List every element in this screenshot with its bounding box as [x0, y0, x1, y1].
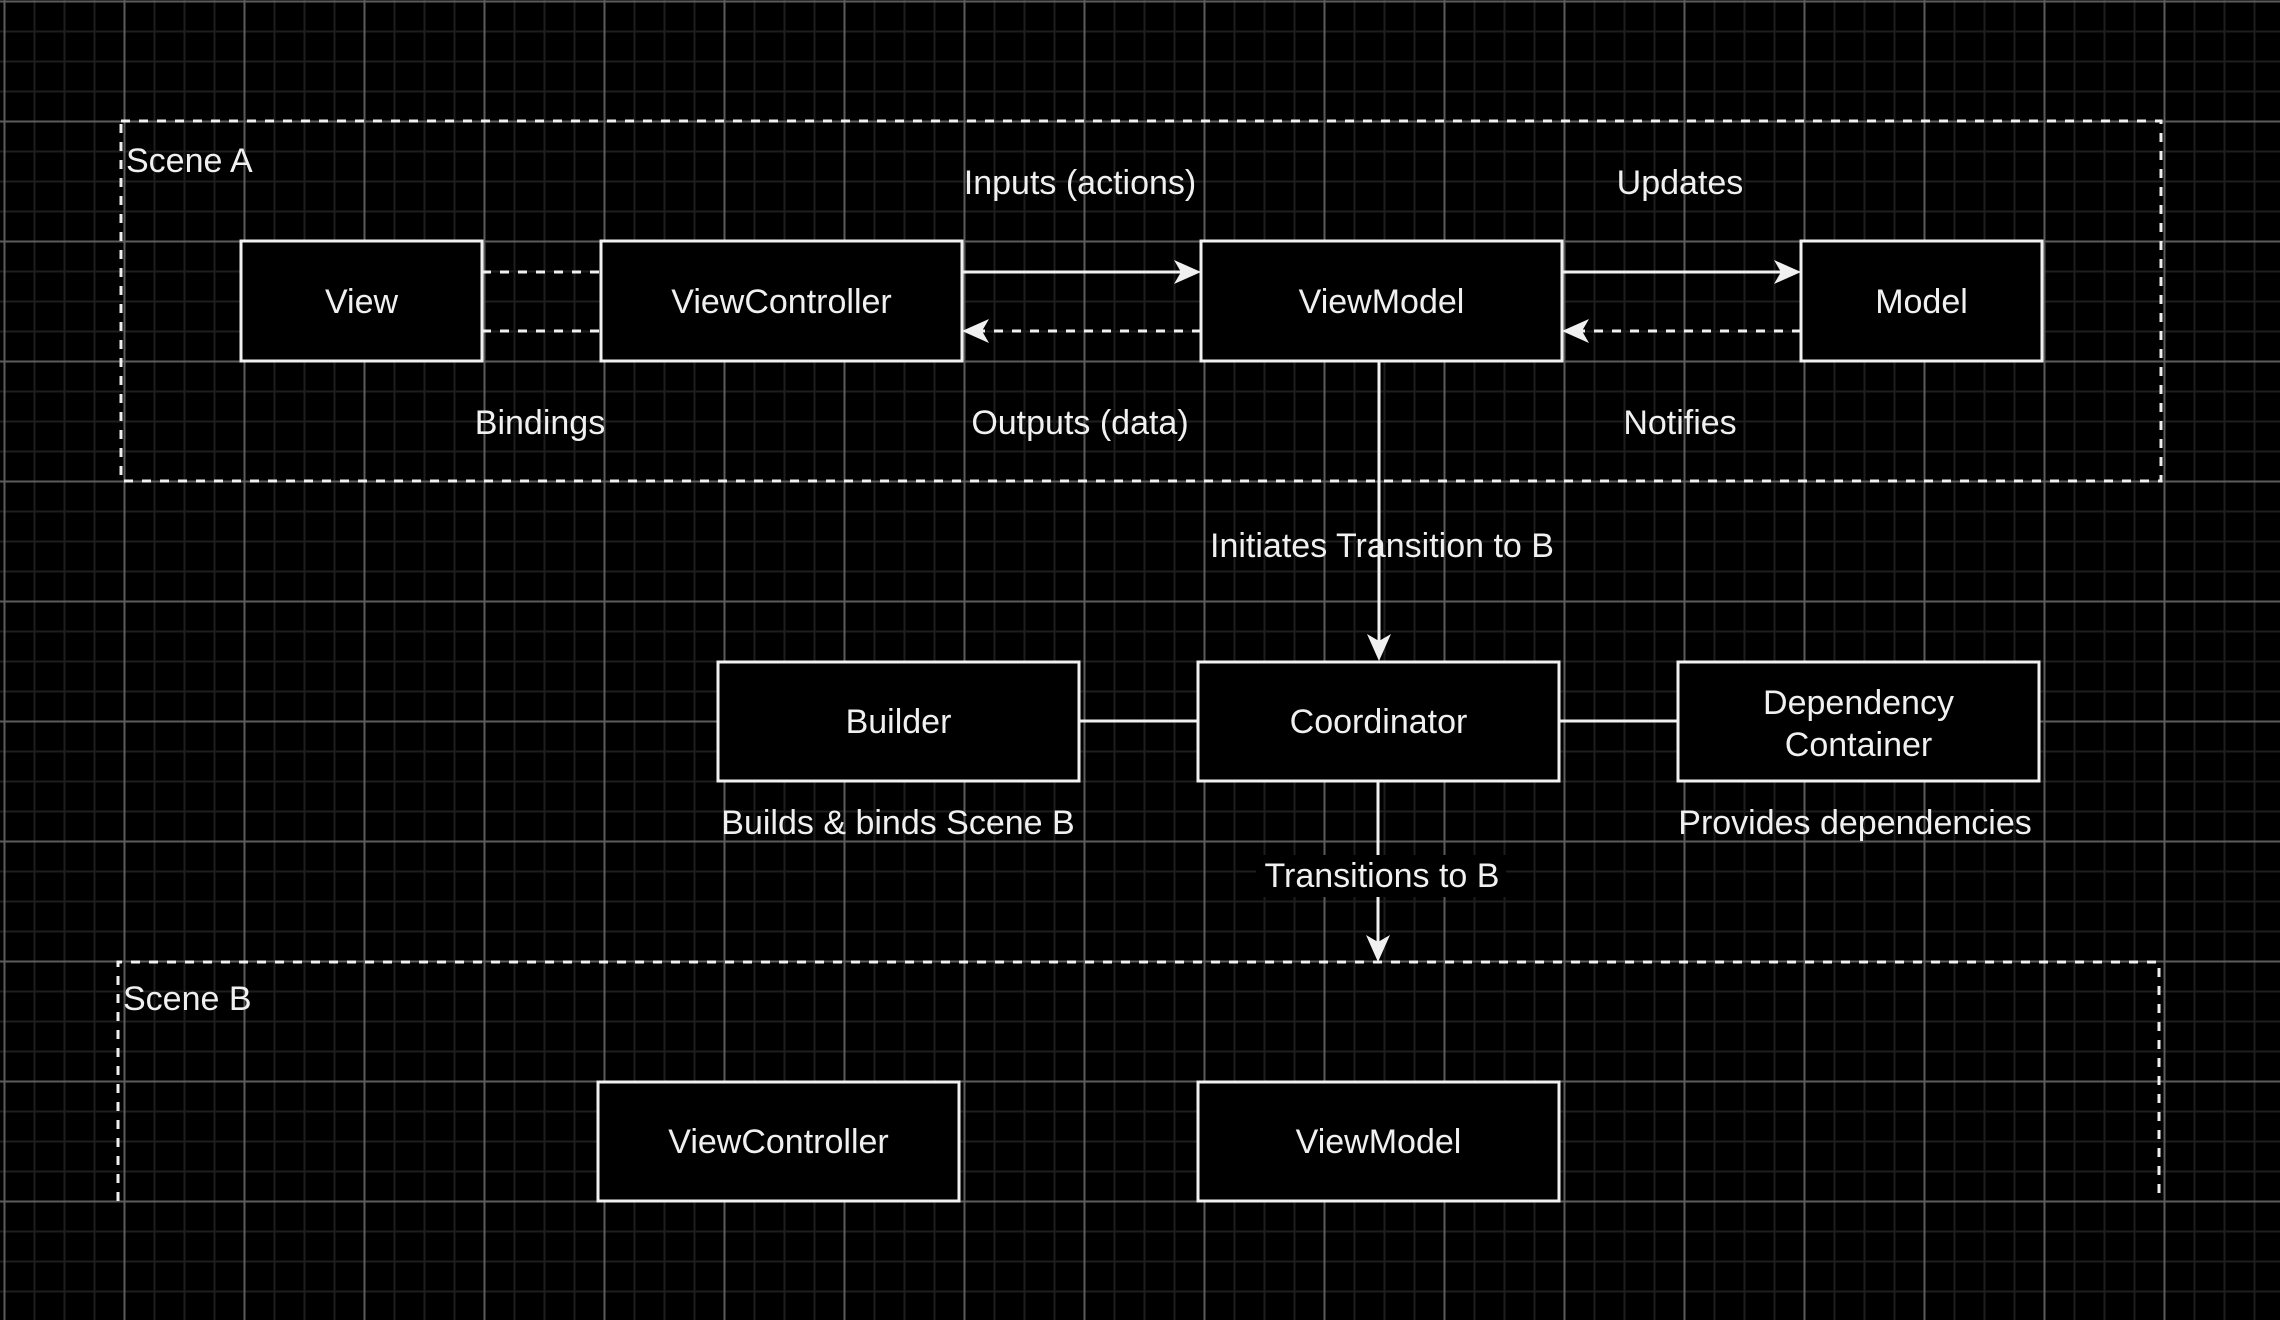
edge-label-updates: Updates: [1617, 164, 1744, 202]
edge-label-notifies: Notifies: [1623, 404, 1736, 442]
node-coordinator[interactable]: Coordinator: [1196, 660, 1561, 783]
node-viewcontroller-b-label: ViewController: [668, 1123, 888, 1161]
node-model[interactable]: Model: [1799, 239, 2044, 363]
edge-label-bindings: Bindings: [475, 404, 605, 442]
edge-label-outputs: Outputs (data): [971, 404, 1188, 442]
node-viewmodel-b[interactable]: ViewModel: [1196, 1080, 1561, 1203]
node-dependency-container-label-line2: Container: [1785, 726, 1932, 764]
node-viewcontroller-a-label: ViewController: [671, 283, 891, 321]
node-viewcontroller-a[interactable]: ViewController: [599, 239, 964, 363]
node-builder-label: Builder: [846, 703, 952, 741]
diagram-canvas: Scene A Scene B View ViewController View…: [0, 0, 2280, 1320]
node-dependency-container-label-line1: Dependency: [1763, 684, 1954, 722]
edges: [482, 260, 1801, 962]
node-model-label: Model: [1875, 283, 1968, 321]
annotation-dependency-container: Provides dependencies: [1678, 804, 2031, 842]
edge-label-transitions-to-b: Transitions to B: [1265, 857, 1500, 895]
node-viewmodel-a-label: ViewModel: [1299, 283, 1465, 321]
node-viewmodel-a[interactable]: ViewModel: [1199, 239, 1564, 363]
node-viewcontroller-b[interactable]: ViewController: [596, 1080, 961, 1203]
node-viewmodel-b-label: ViewModel: [1296, 1123, 1462, 1161]
scene-b-label: Scene B: [123, 980, 252, 1018]
node-builder[interactable]: Builder: [716, 660, 1081, 783]
edge-label-initiates-transition: Initiates Transition to B: [1210, 527, 1554, 565]
node-dependency-container[interactable]: Dependency Container: [1676, 660, 2041, 783]
node-coordinator-label: Coordinator: [1290, 703, 1468, 741]
node-view-label: View: [325, 283, 399, 321]
annotation-builder: Builds & binds Scene B: [721, 804, 1074, 842]
node-view[interactable]: View: [239, 239, 484, 363]
edge-label-inputs: Inputs (actions): [964, 164, 1196, 202]
scene-a-label: Scene A: [126, 142, 253, 180]
